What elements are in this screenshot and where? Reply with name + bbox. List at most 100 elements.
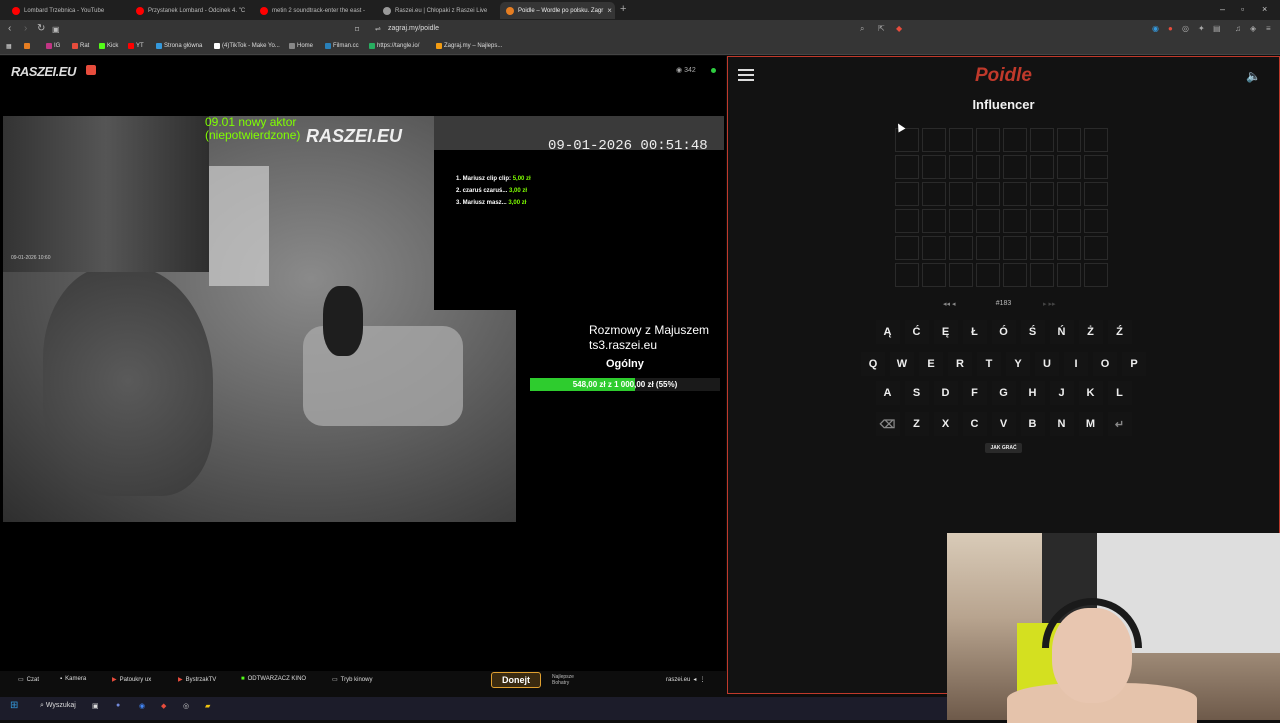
bookmark-home-page[interactable]: Strona główna (156, 43, 202, 49)
back-icon[interactable]: ‹ (8, 23, 11, 34)
bookmark-tangle[interactable]: https://tangle.io/ (369, 43, 419, 49)
footer-site[interactable]: raszei.eu ◂ ⋮ (666, 676, 705, 684)
close-window-icon[interactable]: × (1262, 4, 1267, 14)
key-ą[interactable]: Ą (875, 320, 900, 344)
key-k[interactable]: K (1078, 381, 1103, 405)
key-n[interactable]: N (1049, 412, 1074, 436)
new-tab-icon[interactable]: + (620, 3, 626, 15)
bookmark-tiktok[interactable]: (4)TikTok - Make Yo... (214, 43, 280, 49)
bystrzak-button[interactable]: ▶ BystrzakTV (178, 676, 216, 684)
close-tab-icon[interactable]: × (607, 6, 612, 15)
key-r[interactable]: R (948, 352, 972, 376)
key-p[interactable]: P (1122, 352, 1146, 376)
najlepsze-button[interactable]: Najlepsze Bohatry (552, 674, 574, 686)
brave-icon[interactable]: ◆ (161, 702, 166, 710)
chrome-icon[interactable]: ◉ (139, 702, 145, 710)
key-f[interactable]: F (962, 381, 987, 405)
sidebar-toggle-icon[interactable]: ▤ (1213, 24, 1221, 33)
key-l[interactable]: L (1107, 381, 1132, 405)
brave-shield-icon[interactable]: ◆ (896, 24, 902, 33)
media-icon[interactable]: ♫ (1235, 24, 1241, 33)
chat-button[interactable]: ▭ Czat (18, 676, 39, 684)
grid-cell (976, 155, 1000, 179)
menu-icon[interactable]: ≡ (1266, 24, 1271, 33)
cinema-mode-button[interactable]: ▭ Tryb kinowy (332, 676, 372, 684)
tab-raszei[interactable]: Raszei.eu | Chłopaki z Raszei Live (377, 2, 497, 19)
kino-button[interactable]: ■ ODTWARZACZ KINO (241, 676, 306, 682)
bookmark-yt[interactable]: YT (128, 43, 144, 49)
key-o[interactable]: O (1093, 352, 1117, 376)
key-a[interactable]: A (875, 381, 900, 405)
reload-icon[interactable]: ↻ (37, 23, 45, 34)
patoukry-button[interactable]: ▶ Patoukry ux (112, 676, 151, 684)
next-puzzle-icon[interactable]: ▸ ▸▸ (1043, 300, 1056, 308)
discord-icon[interactable]: ● (116, 702, 120, 709)
key-u[interactable]: U (1035, 352, 1059, 376)
key-ś[interactable]: Ś (1020, 320, 1045, 344)
enter-key[interactable]: ↵ (1107, 412, 1132, 436)
key-ó[interactable]: Ó (991, 320, 1016, 344)
key-t[interactable]: T (977, 352, 1001, 376)
key-x[interactable]: X (933, 412, 958, 436)
puzzle-icon[interactable]: ✦ (1198, 24, 1205, 33)
zoom-icon[interactable]: ⌕ (860, 24, 864, 34)
url-field[interactable]: zagraj.my/poidle (388, 25, 439, 32)
key-j[interactable]: J (1049, 381, 1074, 405)
extension-icon[interactable]: ◎ (1182, 24, 1189, 33)
taskbar-search[interactable]: ⌕ Wyszukaj (40, 702, 76, 710)
bookmark-kick[interactable]: Kick (99, 43, 118, 49)
how-to-play-button[interactable]: JAK GRAĆ (985, 443, 1022, 453)
tab-poidle[interactable]: Poidle – Wordle po polsku. Zagr × (500, 2, 615, 19)
key-i[interactable]: I (1064, 352, 1088, 376)
tab-youtube-1[interactable]: Lombard Trzebnica - YouTube (6, 2, 124, 19)
audio-playing-icon[interactable]: ◉ (1152, 24, 1159, 33)
key-m[interactable]: M (1078, 412, 1103, 436)
key-e[interactable]: E (919, 352, 943, 376)
key-y[interactable]: Y (1006, 352, 1030, 376)
key-ń[interactable]: Ń (1049, 320, 1074, 344)
sidebar-icon[interactable]: ▣ (52, 25, 60, 34)
tab-youtube-2[interactable]: Przystanek Lombard - Odcinek 4. "C (130, 2, 248, 19)
apps-icon[interactable]: ▦ (6, 43, 12, 50)
extension-icon[interactable]: ● (1168, 24, 1173, 33)
key-b[interactable]: B (1020, 412, 1045, 436)
key-q[interactable]: Q (861, 352, 885, 376)
folder-icon[interactable]: ▰ (205, 702, 210, 710)
camera-button[interactable]: ▪ Kamera (60, 676, 86, 682)
wallet-icon[interactable]: ◈ (1250, 24, 1256, 33)
donate-button[interactable]: Donejt (491, 672, 541, 688)
bookmark-rat[interactable]: Rat (72, 43, 89, 49)
bookmark-zagraj[interactable]: Zagraj.my – Najleps... (436, 43, 502, 49)
bookmark-ig[interactable]: IG (46, 43, 60, 49)
key-ć[interactable]: Ć (904, 320, 929, 344)
bookmark-filman[interactable]: Filman.cc (325, 43, 359, 49)
site-info-icon[interactable]: ⇌ (375, 25, 381, 33)
share-icon[interactable]: ⇱ (878, 24, 885, 33)
obs-icon[interactable]: ◎ (183, 702, 189, 710)
key-ź[interactable]: Ź (1107, 320, 1132, 344)
key-ł[interactable]: Ł (962, 320, 987, 344)
bookmark-folder-icon[interactable] (24, 43, 30, 49)
key-w[interactable]: W (890, 352, 914, 376)
task-view-icon[interactable]: ▣ (92, 702, 99, 710)
key-ę[interactable]: Ę (933, 320, 958, 344)
key-d[interactable]: D (933, 381, 958, 405)
raszei-logo[interactable]: RASZEI.EU (11, 64, 76, 79)
bookmark-icon[interactable]: ⌑ (355, 25, 359, 34)
key-s[interactable]: S (904, 381, 929, 405)
windows-start-icon[interactable]: ⊞ (10, 700, 18, 711)
key-v[interactable]: V (991, 412, 1016, 436)
maximize-icon[interactable]: ▫ (1241, 4, 1244, 14)
backspace-key[interactable]: ⌫ (875, 412, 900, 436)
tab-youtube-3[interactable]: metin 2 soundtrack-enter the east - (254, 2, 372, 19)
forward-icon[interactable]: › (24, 23, 27, 34)
key-z[interactable]: Z (904, 412, 929, 436)
grid-cell (922, 128, 946, 152)
key-ż[interactable]: Ż (1078, 320, 1103, 344)
minimize-icon[interactable]: – (1220, 4, 1225, 14)
key-g[interactable]: G (991, 381, 1016, 405)
key-c[interactable]: C (962, 412, 987, 436)
key-h[interactable]: H (1020, 381, 1045, 405)
instagram-icon (46, 43, 52, 49)
bookmark-home[interactable]: Home (289, 43, 313, 49)
